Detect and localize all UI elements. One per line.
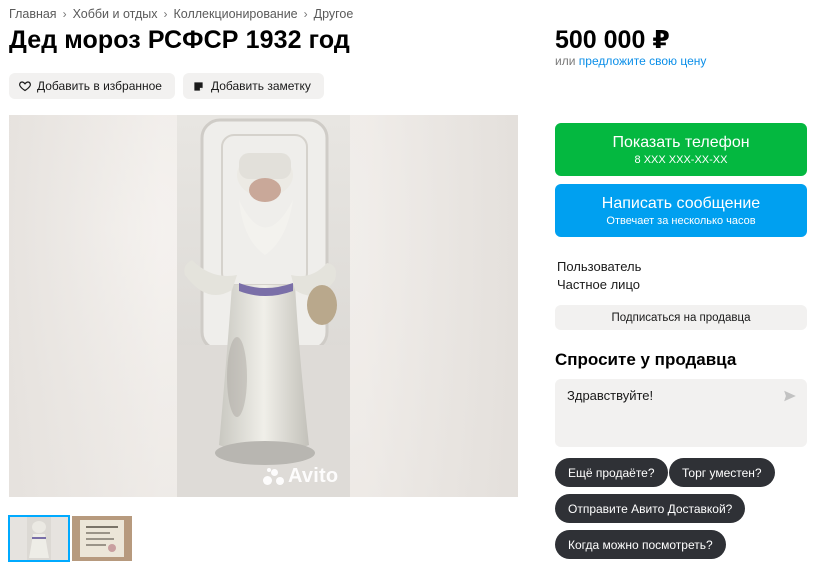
seller-type: Частное лицо	[557, 277, 640, 292]
breadcrumb-item-collecting[interactable]: Коллекционирование	[173, 7, 297, 21]
subscribe-seller-button[interactable]: Подписаться на продавца	[555, 305, 807, 330]
chevron-right-icon: ›	[163, 7, 168, 21]
seller-name[interactable]: Пользователь	[557, 258, 641, 276]
response-time-text: Отвечает за несколько часов	[606, 214, 756, 227]
ask-seller-heading: Спросите у продавца	[555, 350, 737, 369]
ask-seller-message-field[interactable]: Здравствуйте!	[555, 379, 807, 447]
note-icon	[193, 80, 205, 92]
breadcrumb-item-hobby[interactable]: Хобби и отдых	[73, 7, 158, 21]
breadcrumb-item-home[interactable]: Главная	[9, 7, 57, 21]
price-offer: или предложите свою цену	[555, 54, 706, 68]
photo-gallery[interactable]: Avito	[9, 115, 518, 497]
chevron-right-icon: ›	[303, 7, 308, 21]
listing-actions: Добавить в избранное Добавить заметку	[9, 73, 324, 99]
thumbnail-2[interactable]	[72, 516, 132, 561]
masked-phone-number: 8 XXX XXX-XX-XX	[634, 153, 728, 166]
price-offer-prefix: или	[555, 54, 576, 68]
add-note-button[interactable]: Добавить заметку	[182, 73, 324, 99]
seller-info: Пользователь Частное лицо	[557, 258, 641, 294]
add-to-favorites-button[interactable]: Добавить в избранное	[9, 73, 175, 99]
breadcrumb-item-other[interactable]: Другое	[314, 7, 354, 21]
heart-icon	[19, 80, 31, 92]
ask-seller-message-text: Здравствуйте!	[567, 388, 654, 403]
chevron-right-icon: ›	[62, 7, 67, 21]
show-phone-label: Показать телефон	[612, 133, 750, 151]
quick-reply-when-to-see[interactable]: Когда можно посмотреть?	[555, 530, 726, 559]
show-phone-button[interactable]: Показать телефон 8 XXX XXX-XX-XX	[555, 123, 807, 176]
quick-reply-bargain[interactable]: Торг уместен?	[669, 458, 775, 487]
thumbnail-1[interactable]	[8, 515, 70, 562]
avito-logo-icon	[263, 467, 285, 486]
page-title: Дед мороз РСФСР 1932 год	[9, 26, 350, 54]
quick-reply-avito-delivery[interactable]: Отправите Авито Доставкой?	[555, 494, 746, 523]
quick-reply-still-selling[interactable]: Ещё продаёте?	[555, 458, 668, 487]
add-note-label: Добавить заметку	[210, 79, 311, 93]
avito-watermark-text: Avito	[288, 465, 339, 487]
price: 500 000 ₽	[555, 26, 670, 54]
send-icon[interactable]	[783, 389, 797, 403]
propose-price-link[interactable]: предложите свою цену	[579, 54, 707, 68]
main-photo	[177, 115, 350, 497]
add-to-favorites-label: Добавить в избранное	[37, 79, 162, 93]
thumbnail-1-image	[9, 516, 69, 561]
avito-watermark: Avito	[263, 465, 338, 488]
thumbnail-2-image	[72, 516, 132, 561]
breadcrumb: Главная › Хобби и отдых › Коллекциониров…	[9, 7, 353, 21]
write-message-label: Написать сообщение	[601, 194, 761, 212]
write-message-button[interactable]: Написать сообщение Отвечает за несколько…	[555, 184, 807, 237]
thumbnail-strip	[8, 515, 132, 562]
